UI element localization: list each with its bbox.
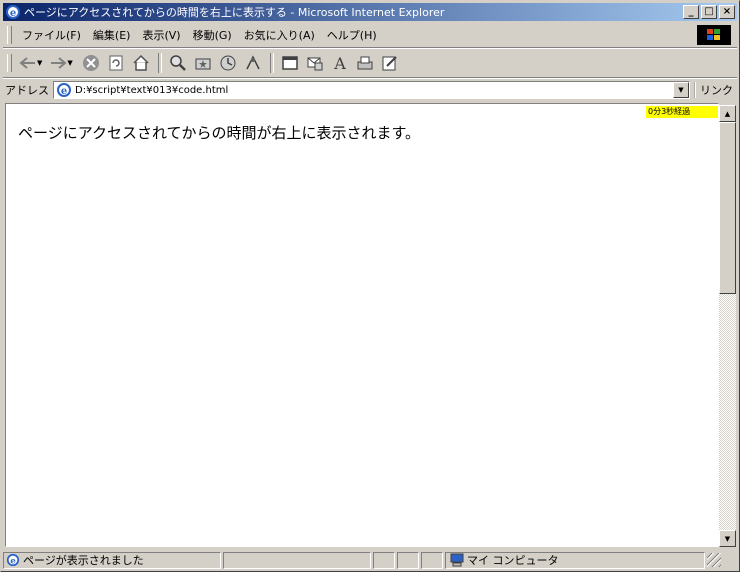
elapsed-time-display: 0分3秒経過 [646, 106, 718, 118]
maximize-button[interactable]: □ [701, 5, 717, 19]
title-bar[interactable]: e ページにアクセスされてからの時間を右上に表示する - Microsoft I… [3, 3, 737, 21]
address-dropdown-icon[interactable]: ▼ [673, 82, 689, 98]
links-button[interactable]: リンク [694, 82, 733, 98]
menu-help[interactable]: ヘルプ(H) [323, 27, 385, 43]
print-icon [357, 56, 373, 70]
print-button[interactable] [353, 52, 377, 74]
resize-grip-icon[interactable] [707, 553, 721, 567]
status-bar: e ページが表示されました マイ コンピュータ [3, 550, 737, 570]
home-icon [133, 54, 149, 71]
svg-text:A: A [333, 54, 346, 72]
toolbar-separator [269, 53, 274, 73]
status-pane-2 [397, 551, 419, 569]
forward-dropdown-icon[interactable]: ▼ [67, 59, 72, 67]
zone-text: マイ コンピュータ [467, 554, 559, 567]
refresh-button[interactable] [104, 52, 128, 74]
scroll-down-icon[interactable]: ▼ [719, 530, 736, 547]
stop-button[interactable] [79, 52, 103, 74]
maximize-icon: □ [704, 6, 714, 17]
minimize-button[interactable]: _ [683, 5, 699, 19]
svg-text:e: e [10, 8, 16, 19]
page-content: 0分3秒経過 ページにアクセスされてからの時間が右上に表示されます。 [5, 103, 719, 547]
status-pane-main: e ページが表示されました [3, 551, 221, 569]
windows-logo-icon [697, 25, 731, 45]
close-button[interactable]: × [719, 5, 735, 19]
back-icon [19, 57, 35, 69]
status-text: ページが表示されました [23, 554, 144, 567]
forward-icon [51, 57, 67, 69]
vertical-scrollbar[interactable]: ▲ ▼ [719, 105, 736, 547]
page-message: ページにアクセスされてからの時間が右上に表示されます。 [18, 124, 421, 142]
menu-edit[interactable]: 編集(E) [89, 27, 139, 43]
toolbar-separator [157, 53, 162, 73]
address-input[interactable]: e D:¥script¥text¥013¥code.html ▼ [53, 81, 690, 99]
menu-bar: ファイル(F) 編集(E) 表示(V) 移動(G) お気に入り(A) ヘルプ(H… [3, 23, 737, 48]
page-done-icon: e [6, 553, 20, 567]
edit-button[interactable] [378, 52, 402, 74]
favorites-button[interactable] [191, 52, 215, 74]
svg-text:e: e [61, 86, 67, 97]
stop-icon [82, 55, 99, 71]
standard-toolbar: ▼ ▼ A [3, 49, 737, 78]
scroll-thumb[interactable] [719, 122, 736, 294]
back-button[interactable] [18, 52, 38, 74]
menu-go[interactable]: 移動(G) [189, 27, 240, 43]
toolbar-grip[interactable] [7, 54, 12, 72]
font-icon: A [333, 54, 346, 72]
mail-icon [307, 57, 323, 71]
status-pane-zone: マイ コンピュータ [445, 551, 705, 569]
computer-icon [450, 553, 464, 567]
address-label: アドレス [5, 84, 49, 97]
search-icon [170, 55, 186, 71]
history-icon [220, 55, 236, 71]
status-pane-1 [373, 551, 395, 569]
browser-window: e ページにアクセスされてからの時間を右上に表示する - Microsoft I… [0, 0, 740, 572]
fullscreen-button[interactable] [278, 52, 302, 74]
menu-favorites[interactable]: お気に入り(A) [240, 27, 323, 43]
home-button[interactable] [129, 52, 153, 74]
search-button[interactable] [166, 52, 190, 74]
window-title: ページにアクセスされてからの時間を右上に表示する - Microsoft Int… [24, 6, 445, 19]
favorites-icon [195, 58, 211, 70]
forward-button[interactable] [48, 52, 68, 74]
history-button[interactable] [216, 52, 240, 74]
svg-text:e: e [10, 557, 16, 567]
menu-view[interactable]: 表示(V) [138, 27, 188, 43]
address-value: D:¥script¥text¥013¥code.html [75, 84, 229, 96]
fullscreen-icon [282, 56, 298, 70]
edit-icon [382, 56, 397, 71]
mail-button[interactable] [303, 52, 327, 74]
refresh-icon [109, 55, 123, 71]
channels-button[interactable] [241, 52, 265, 74]
font-button[interactable]: A [328, 52, 352, 74]
status-pane-3 [421, 551, 443, 569]
ie-logo-icon: e [6, 5, 20, 19]
close-icon: × [722, 6, 732, 17]
minimize-icon: _ [688, 6, 694, 17]
address-bar: アドレス e D:¥script¥text¥013¥code.html ▼ リン… [3, 79, 737, 101]
page-icon: e [57, 83, 71, 97]
scroll-up-icon[interactable]: ▲ [719, 105, 736, 122]
menu-grip[interactable] [7, 26, 12, 44]
status-pane-progress [223, 551, 371, 569]
channels-icon [246, 55, 260, 70]
menu-file[interactable]: ファイル(F) [18, 27, 89, 43]
back-dropdown-icon[interactable]: ▼ [37, 59, 42, 67]
